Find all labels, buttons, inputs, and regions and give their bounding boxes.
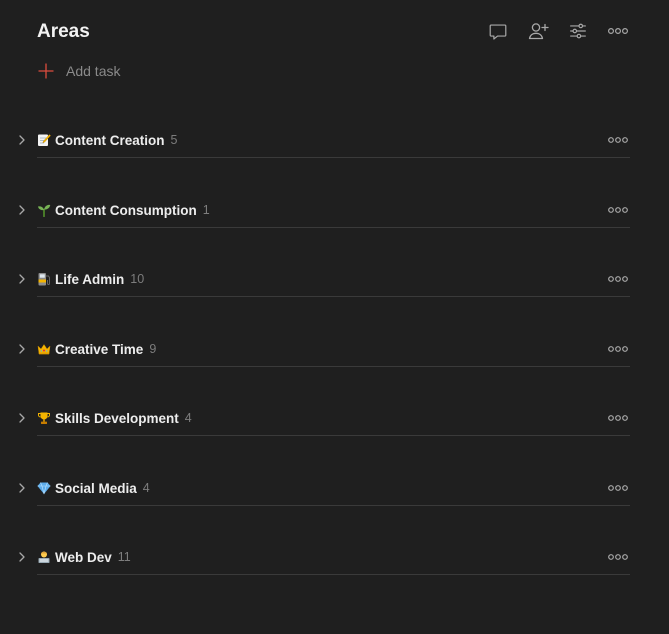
section-count: 4 [142,481,150,495]
share-person-icon [528,23,549,40]
section-name: Creative Time [55,341,144,357]
section-title[interactable]: Skills Development 4 [37,408,192,428]
comment-icon [489,24,507,40]
section-divider [37,505,630,506]
section-name: Web Dev [55,549,112,565]
add-task-label: Add task [66,63,121,79]
chevron-right-icon[interactable] [14,549,30,565]
section-count: 9 [149,342,157,356]
section-divider [37,574,630,575]
crown-emoji-icon [37,344,51,355]
more-icon [608,207,628,213]
header-toolbar [486,19,632,43]
section-title[interactable]: Web Dev 11 [37,547,131,567]
chevron-right-icon[interactable] [14,202,30,218]
section-count: 11 [117,550,131,564]
gem-emoji-icon [37,482,51,495]
section-more-button[interactable] [606,269,630,289]
view-options-icon [570,23,586,39]
section-content-creation: Content Creation 5 [14,130,630,160]
section-skills-development: Skills Development 4 [14,408,630,438]
trophy-emoji-icon [38,412,50,424]
section-title[interactable]: Content Consumption 1 [37,200,210,220]
section-divider [37,435,630,436]
section-title[interactable]: Creative Time 9 [37,339,156,359]
chevron-right-icon[interactable] [14,341,30,357]
section-web-dev: Web Dev 11 [14,547,630,577]
section-count: 1 [202,203,210,217]
section-count: 4 [184,411,192,425]
plus-icon [38,63,54,79]
fuel-pump-emoji-icon [38,273,50,286]
section-more-button[interactable] [606,547,630,567]
more-icon [608,276,628,282]
section-name: Social Media [55,480,137,496]
section-more-button[interactable] [606,130,630,150]
memo-emoji-icon [38,134,51,146]
share-button[interactable] [526,19,550,43]
section-name: Content Consumption [55,202,197,218]
seedling-emoji-icon [38,204,51,217]
section-more-button[interactable] [606,478,630,498]
comments-button[interactable] [486,19,510,43]
section-title[interactable]: Life Admin 10 [37,269,144,289]
section-more-button[interactable] [606,339,630,359]
view-options-button[interactable] [566,19,590,43]
more-icon [608,415,628,421]
chevron-right-icon[interactable] [14,132,30,148]
section-title[interactable]: Social Media 4 [37,478,150,498]
more-icon [608,485,628,491]
more-icon [608,554,628,560]
section-content-consumption: Content Consumption 1 [14,200,630,230]
chevron-right-icon[interactable] [14,410,30,426]
chevron-right-icon[interactable] [14,271,30,287]
section-divider [37,296,630,297]
section-name: Life Admin [55,271,125,287]
section-more-button[interactable] [606,408,630,428]
section-more-button[interactable] [606,200,630,220]
section-name: Skills Development [55,410,179,426]
section-divider [37,366,630,367]
technologist-emoji-icon [38,551,50,563]
section-count: 5 [170,133,178,147]
section-social-media: Social Media 4 [14,478,630,508]
more-icon [607,27,629,35]
section-title[interactable]: Content Creation 5 [37,130,177,150]
section-divider [37,157,630,158]
section-divider [37,227,630,228]
more-icon [608,346,628,352]
chevron-right-icon[interactable] [14,480,30,496]
more-icon [608,137,628,143]
section-count: 10 [130,272,145,286]
more-actions-button[interactable] [606,19,630,43]
add-task-button[interactable]: Add task [37,60,120,82]
section-creative-time: Creative Time 9 [14,339,630,369]
section-life-admin: Life Admin 10 [14,269,630,299]
section-name: Content Creation [55,132,165,148]
page-title: Areas [37,21,90,42]
